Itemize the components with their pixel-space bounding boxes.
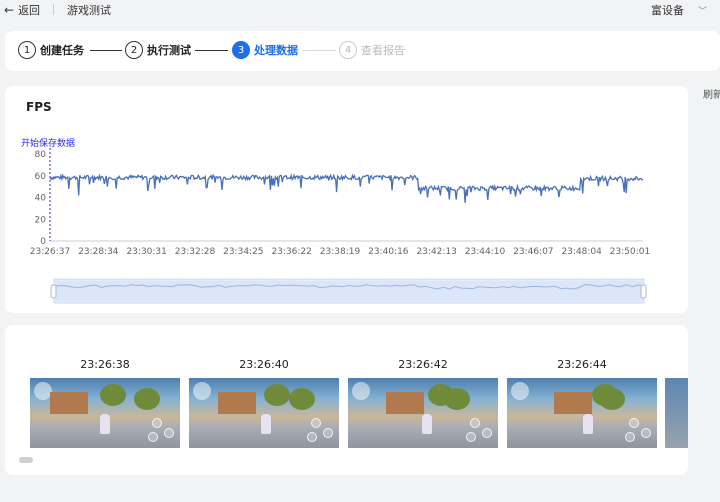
x-tick-label: 23:38:19 (320, 247, 361, 257)
step-connector (195, 50, 228, 51)
fps-chart-card: FPS 0 20 40 60 80 23:26:37 23:28:34 23:30:31 23:… (5, 86, 688, 313)
step-connector (90, 50, 122, 51)
range-handle-left[interactable] (50, 284, 57, 299)
game-screenshot[interactable] (30, 378, 180, 448)
skill-button-icon (148, 432, 158, 442)
y-tick-label: 60 (35, 172, 47, 182)
y-tick-label: 80 (35, 150, 47, 160)
step-process-data: 3 处理数据 (232, 41, 298, 59)
screenshot-partial[interactable] (665, 378, 688, 448)
attack-button-icon (641, 428, 651, 438)
skill-button-icon (466, 432, 476, 442)
step-number: 4 (339, 41, 357, 59)
step-run-test: 2 执行测试 (125, 41, 191, 59)
attack-button-icon (164, 428, 174, 438)
character-shape (100, 414, 110, 434)
y-tick-label: 20 (35, 215, 47, 225)
screenshot-item[interactable]: 23:26:40 (189, 358, 339, 448)
step-label: 查看报告 (361, 44, 405, 57)
minimap-icon (193, 382, 211, 400)
x-tick-label: 23:44:10 (465, 247, 506, 257)
step-connector (302, 50, 336, 51)
top-bar: ← 返回 游戏测试 富设备 ﹀ (0, 0, 720, 20)
attack-button-icon (323, 428, 333, 438)
x-tick-label: 23:46:07 (513, 247, 553, 257)
screenshot-timestamp: 23:26:40 (239, 358, 289, 371)
tree-shape (599, 388, 625, 410)
game-screenshot[interactable] (507, 378, 657, 448)
skill-button-icon (629, 418, 639, 428)
steps-card: 1 创建任务 2 执行测试 3 处理数据 4 查看报告 (5, 31, 720, 71)
back-button[interactable]: ← 返回 (4, 2, 40, 18)
x-tick-label: 23:40:16 (368, 247, 409, 257)
screenshot-item[interactable]: 23:26:44 (507, 358, 657, 448)
building-shape (50, 392, 88, 414)
minimap-icon (352, 382, 370, 400)
step-label: 执行测试 (147, 44, 191, 57)
range-handle-right[interactable] (640, 284, 647, 299)
fps-series-line (49, 173, 644, 203)
x-tick-label: 23:32:28 (175, 247, 216, 257)
x-tick-label: 23:34:25 (223, 247, 263, 257)
tree-shape (264, 384, 290, 406)
y-tick-label: 0 (40, 237, 46, 247)
minimap-icon (511, 382, 529, 400)
back-arrow-icon: ← (4, 3, 15, 17)
x-tick-label: 23:50:01 (610, 247, 650, 257)
x-tick-label: 23:48:04 (561, 247, 602, 257)
skill-button-icon (311, 418, 321, 428)
step-view-report: 4 查看报告 (339, 41, 405, 59)
page-title: 游戏测试 (67, 4, 111, 17)
screenshot-item[interactable]: 23:26:42 (348, 358, 498, 448)
tree-shape (100, 384, 126, 406)
refresh-link[interactable]: 刷新 (703, 86, 720, 101)
screenshot-timestamp: 23:26:44 (557, 358, 607, 371)
character-shape (583, 414, 593, 434)
step-label: 处理数据 (254, 44, 298, 57)
step-number: 3 (232, 41, 250, 59)
skill-button-icon (307, 432, 317, 442)
skill-button-icon (152, 418, 162, 428)
device-label: 富设备 (651, 4, 684, 17)
header-divider (53, 4, 54, 15)
step-number: 2 (125, 41, 143, 59)
fps-chart: 0 20 40 60 80 23:26:37 23:28:34 23:30:31 23:32:2… (21, 137, 650, 304)
range-slider-fill (54, 281, 644, 301)
character-shape (422, 414, 432, 434)
skill-button-icon (470, 418, 480, 428)
screenshot-timestamp: 23:26:38 (80, 358, 130, 371)
skill-button-icon (625, 432, 635, 442)
y-tick-label: 40 (35, 194, 47, 204)
tree-shape (444, 388, 470, 410)
game-screenshot[interactable] (348, 378, 498, 448)
building-shape (554, 392, 592, 414)
attack-button-icon (482, 428, 492, 438)
x-tick-label: 23:26:37 (30, 247, 70, 257)
tree-shape (289, 388, 315, 410)
x-tick-label: 23:28:34 (78, 247, 119, 257)
building-shape (386, 392, 424, 414)
step-label: 创建任务 (40, 44, 84, 57)
device-selector[interactable]: 富设备 ﹀ (651, 2, 707, 18)
character-shape (261, 414, 271, 434)
back-label: 返回 (18, 4, 41, 17)
game-screenshot[interactable] (189, 378, 339, 448)
screenshots-card: 23:26:38 23:26:40 23:26:42 23:26:44 (5, 325, 688, 475)
x-tick-label: 23:30:31 (126, 247, 166, 257)
chevron-down-icon: ﹀ (698, 6, 708, 17)
step-number: 1 (18, 41, 36, 59)
screenshot-timestamp: 23:26:42 (398, 358, 448, 371)
building-shape (218, 392, 256, 414)
x-tick-label: 23:36:22 (271, 247, 311, 257)
screenshot-item[interactable]: 23:26:38 (30, 358, 180, 448)
tree-shape (134, 388, 160, 410)
x-tick-label: 23:42:13 (416, 247, 456, 257)
start-save-annotation: 开始保存数据 (21, 137, 75, 149)
step-create-task: 1 创建任务 (18, 41, 84, 59)
horizontal-scrollbar[interactable] (19, 457, 33, 463)
